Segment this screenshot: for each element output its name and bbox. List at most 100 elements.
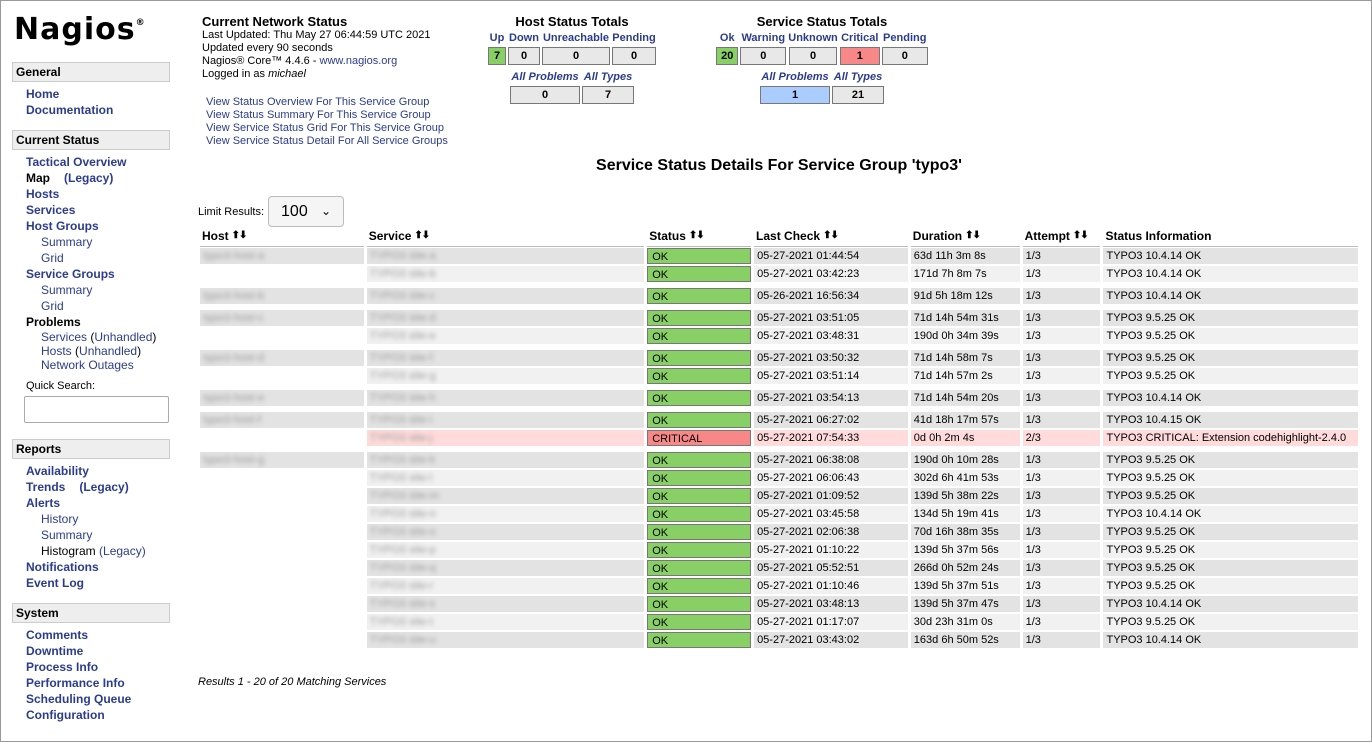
host-up-label[interactable]: Up: [490, 32, 505, 45]
host-cell[interactable]: [200, 328, 364, 344]
host-cell[interactable]: typo3-host-g: [200, 452, 364, 468]
host-all-types-label[interactable]: All Types: [584, 71, 633, 84]
sidebar-item-home[interactable]: Home: [26, 86, 170, 102]
sidebar-item-map-legacy[interactable]: (Legacy): [64, 171, 113, 185]
nagios-site-link[interactable]: www.nagios.org: [320, 55, 398, 67]
host-all-problems-count[interactable]: 0: [510, 86, 580, 104]
sidebar-item-services[interactable]: Services: [26, 202, 170, 218]
host-down-label[interactable]: Down: [509, 32, 539, 45]
host-cell[interactable]: [200, 560, 364, 576]
host-up-count[interactable]: 7: [488, 47, 506, 65]
service-cell[interactable]: TYPO3 site-l: [366, 470, 645, 486]
sort-arrows-icon[interactable]: ⬆⬇: [965, 230, 981, 241]
sidebar-item-trends[interactable]: Trends: [26, 480, 65, 494]
column-header-host[interactable]: Host ⬆⬇: [200, 229, 364, 247]
host-all-types-count[interactable]: 7: [582, 86, 634, 104]
service-cell[interactable]: TYPO3 site-o: [366, 524, 645, 540]
service-cell[interactable]: TYPO3 site-i: [366, 412, 645, 428]
host-cell[interactable]: typo3-host-d: [200, 350, 364, 366]
sidebar-item-sg-summary[interactable]: Summary: [26, 282, 170, 298]
sidebar-item-documentation[interactable]: Documentation: [26, 102, 170, 118]
sidebar-item-sg-grid[interactable]: Grid: [26, 298, 170, 314]
nagios-logo[interactable]: Nagios®: [12, 12, 170, 62]
host-cell[interactable]: [200, 542, 364, 558]
sidebar-item-comments[interactable]: Comments: [26, 627, 170, 643]
link-status-grid[interactable]: View Service Status Grid For This Servic…: [206, 122, 448, 135]
sidebar-item-process-info[interactable]: Process Info: [26, 659, 170, 675]
sidebar-item-service-groups[interactable]: Service Groups: [26, 266, 170, 282]
service-cell[interactable]: TYPO3 site-t: [366, 614, 645, 630]
sidebar-item-availability[interactable]: Availability: [26, 463, 170, 479]
host-cell[interactable]: typo3-host-f: [200, 412, 364, 428]
host-cell[interactable]: [200, 470, 364, 486]
service-cell[interactable]: TYPO3 site-e: [366, 328, 645, 344]
svc-warning-count[interactable]: 0: [740, 47, 787, 65]
svc-all-types-label[interactable]: All Types: [834, 71, 883, 84]
sidebar-item-alert-summary[interactable]: Summary: [26, 527, 170, 543]
service-cell[interactable]: TYPO3 site-n: [366, 506, 645, 522]
sidebar-item-hosts[interactable]: Hosts: [26, 186, 170, 202]
sidebar-item-map[interactable]: Map: [26, 171, 50, 185]
sidebar-item-alerts[interactable]: Alerts: [26, 495, 170, 511]
sidebar-item-histogram-legacy[interactable]: (Legacy): [99, 544, 146, 558]
column-header-attempt[interactable]: Attempt ⬆⬇: [1022, 229, 1101, 247]
svc-critical-label[interactable]: Critical: [841, 32, 878, 45]
sidebar-item-problem-services-unhandled[interactable]: Unhandled: [94, 330, 152, 344]
sidebar-item-trends-legacy[interactable]: (Legacy): [79, 480, 128, 494]
sidebar-item-problem-hosts-unhandled[interactable]: Unhandled: [79, 344, 137, 358]
sidebar-item-alert-history[interactable]: History: [26, 511, 170, 527]
host-cell[interactable]: [200, 506, 364, 522]
sidebar-item-host-groups[interactable]: Host Groups: [26, 218, 170, 234]
host-cell[interactable]: [200, 430, 364, 446]
service-cell[interactable]: TYPO3 site-g: [366, 368, 645, 384]
svc-all-problems-label[interactable]: All Problems: [761, 71, 828, 84]
sidebar-item-scheduling-queue[interactable]: Scheduling Queue: [26, 691, 170, 707]
sidebar-item-downtime[interactable]: Downtime: [26, 643, 170, 659]
svc-pending-count[interactable]: 0: [881, 47, 928, 65]
host-pending-count[interactable]: 0: [612, 47, 656, 65]
host-cell[interactable]: [200, 266, 364, 282]
column-header-service[interactable]: Service ⬆⬇: [366, 229, 645, 247]
service-cell[interactable]: TYPO3 site-q: [366, 560, 645, 576]
host-cell[interactable]: [200, 596, 364, 612]
host-cell[interactable]: [200, 614, 364, 630]
column-header-status[interactable]: Status ⬆⬇: [647, 229, 752, 247]
sidebar-item-configuration[interactable]: Configuration: [26, 707, 170, 723]
host-down-count[interactable]: 0: [508, 47, 540, 65]
sort-arrows-icon[interactable]: ⬆⬇: [823, 230, 839, 241]
host-cell[interactable]: [200, 578, 364, 594]
service-cell[interactable]: TYPO3 site-d: [366, 310, 645, 326]
sidebar-item-notifications[interactable]: Notifications: [26, 559, 170, 575]
column-header-last-check[interactable]: Last Check ⬆⬇: [754, 229, 908, 247]
host-cell[interactable]: [200, 632, 364, 648]
svc-ok-count[interactable]: 20: [716, 47, 739, 65]
svc-unknown-count[interactable]: 0: [789, 47, 837, 65]
service-cell[interactable]: TYPO3 site-j: [366, 430, 645, 446]
svc-pending-label[interactable]: Pending: [883, 32, 926, 45]
sidebar-item-problem-services[interactable]: Services: [41, 330, 87, 344]
sort-arrows-icon[interactable]: ⬆⬇: [414, 230, 430, 241]
host-all-problems-label[interactable]: All Problems: [511, 71, 578, 84]
sidebar-item-network-outages[interactable]: Network Outages: [26, 358, 170, 372]
service-cell[interactable]: TYPO3 site-m: [366, 488, 645, 504]
sort-arrows-icon[interactable]: ⬆⬇: [232, 230, 248, 241]
link-status-summary[interactable]: View Status Summary For This Service Gro…: [206, 109, 448, 122]
service-cell[interactable]: TYPO3 site-r: [366, 578, 645, 594]
host-cell[interactable]: typo3-host-a: [200, 248, 364, 264]
host-cell[interactable]: typo3-host-c: [200, 310, 364, 326]
sidebar-item-tactical-overview[interactable]: Tactical Overview: [26, 154, 170, 170]
link-status-detail-all[interactable]: View Service Status Detail For All Servi…: [206, 135, 448, 148]
sort-arrows-icon[interactable]: ⬆⬇: [689, 230, 705, 241]
service-cell[interactable]: TYPO3 site-h: [366, 390, 645, 406]
sidebar-item-hg-grid[interactable]: Grid: [26, 250, 170, 266]
host-cell[interactable]: [200, 524, 364, 540]
column-header-duration[interactable]: Duration ⬆⬇: [910, 229, 1020, 247]
service-cell[interactable]: TYPO3 site-s: [366, 596, 645, 612]
link-status-overview[interactable]: View Status Overview For This Service Gr…: [206, 96, 448, 109]
svc-warning-label[interactable]: Warning: [741, 32, 785, 45]
service-cell[interactable]: TYPO3 site-k: [366, 452, 645, 468]
service-cell[interactable]: TYPO3 site-u: [366, 632, 645, 648]
host-cell[interactable]: [200, 368, 364, 384]
service-cell[interactable]: TYPO3 site-p: [366, 542, 645, 558]
service-cell[interactable]: TYPO3 site-a: [366, 248, 645, 264]
